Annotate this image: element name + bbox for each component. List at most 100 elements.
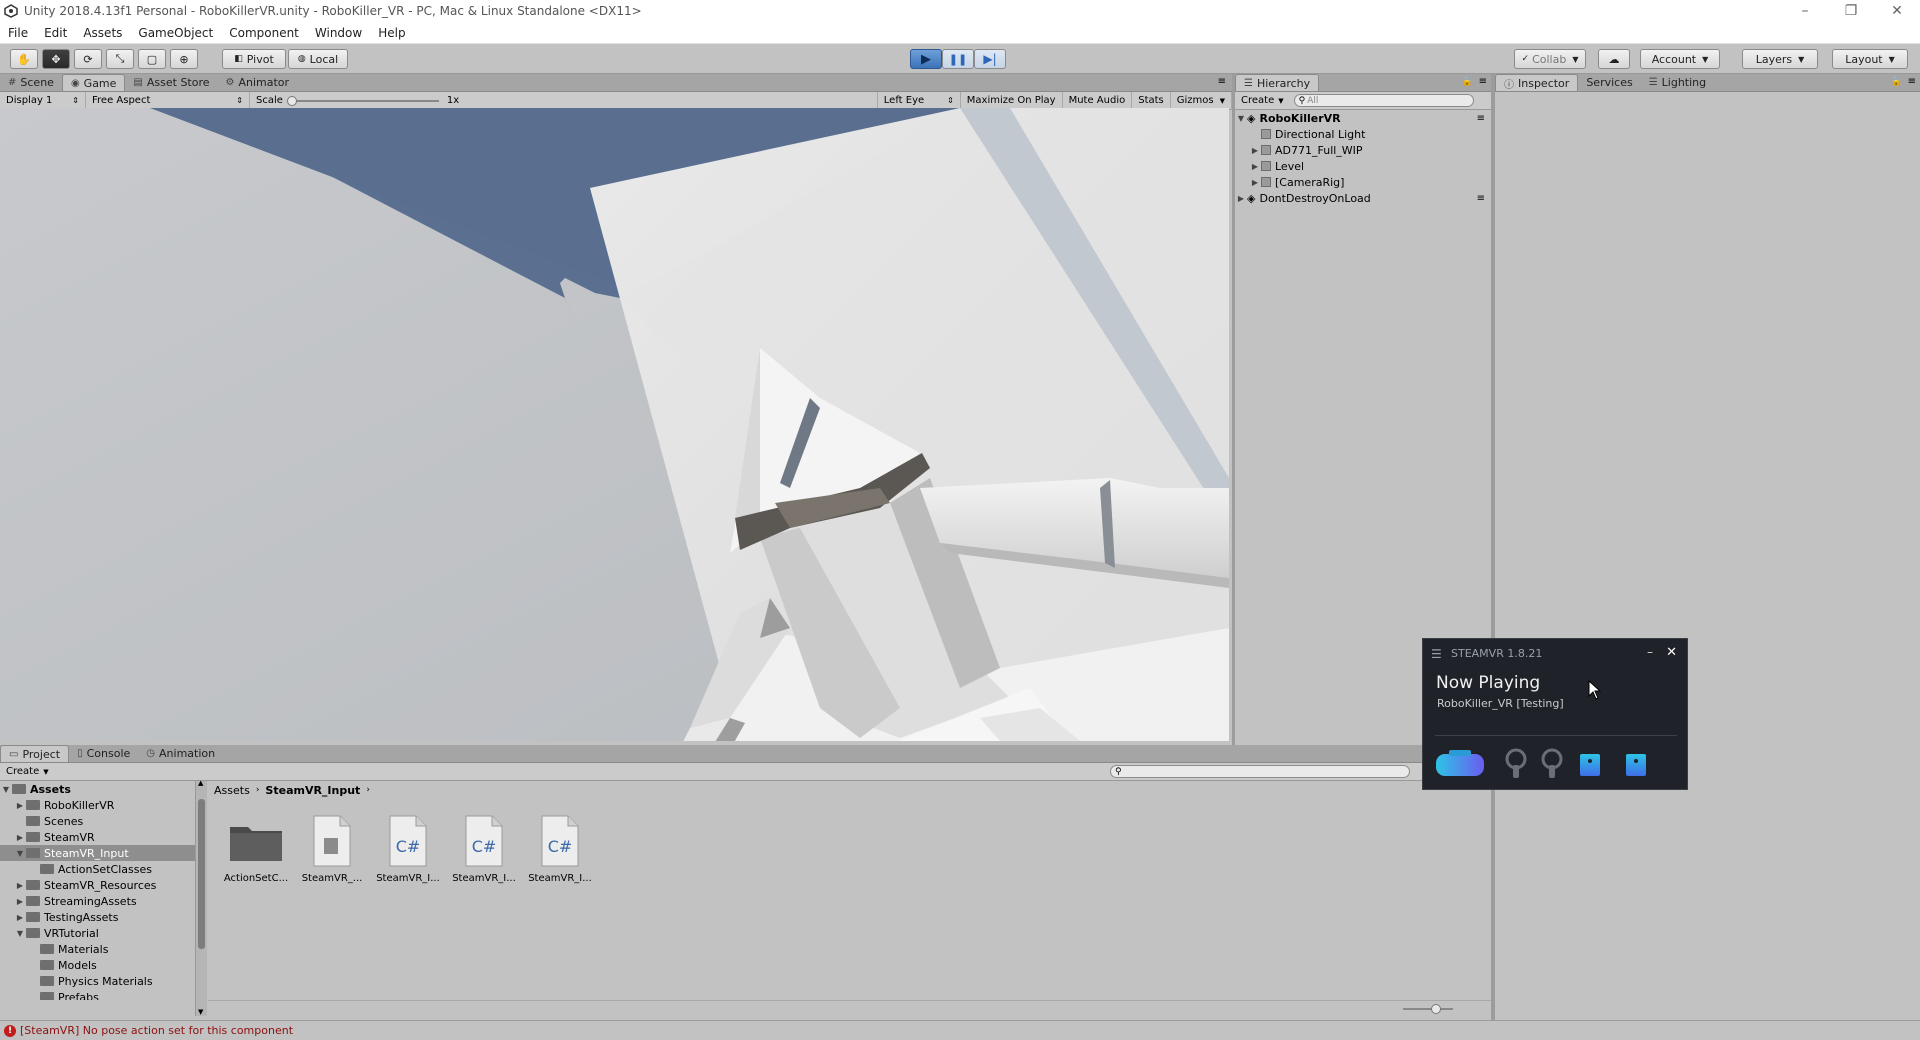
asset-script[interactable]: C# SteamVR_I... bbox=[522, 813, 598, 884]
tree-scrollbar-thumb[interactable] bbox=[198, 799, 205, 949]
collapse-arrow-icon[interactable]: ▼ bbox=[0, 785, 12, 794]
controller-right-icon[interactable] bbox=[1537, 747, 1567, 782]
tree-folder-item[interactable]: ▶ SteamVR bbox=[0, 829, 195, 845]
panel-menu-icon[interactable]: ≡ bbox=[1908, 76, 1916, 87]
panel-menu-icon[interactable]: ≡ bbox=[1477, 113, 1485, 124]
tree-folder-item[interactable]: ▶ RoboKillerVR bbox=[0, 797, 195, 813]
hierarchy-item[interactable]: ▶ AD771_Full_WIP bbox=[1235, 142, 1491, 158]
tab-inspector[interactable]: ⓘ Inspector bbox=[1495, 74, 1579, 91]
scroll-up-arrow-icon[interactable]: ▲ bbox=[198, 779, 203, 787]
panel-menu-icon[interactable]: ≡ bbox=[1477, 193, 1485, 204]
tree-folder-item[interactable]: Prefabs bbox=[0, 989, 195, 1000]
expand-arrow-icon[interactable]: ▶ bbox=[14, 801, 26, 810]
panel-menu-icon[interactable]: ≡ bbox=[1218, 76, 1226, 87]
tab-hierarchy[interactable]: ☰ Hierarchy bbox=[1235, 74, 1320, 91]
tab-console[interactable]: ▯ Console bbox=[69, 745, 138, 762]
layers-dropdown[interactable]: Layers ▼ bbox=[1742, 49, 1818, 69]
mute-audio-toggle[interactable]: Mute Audio bbox=[1063, 91, 1133, 110]
scroll-down-arrow-icon[interactable]: ▼ bbox=[198, 1008, 203, 1016]
tab-animation[interactable]: ◷ Animation bbox=[138, 745, 223, 762]
breadcrumb-current[interactable]: SteamVR_Input bbox=[265, 784, 360, 797]
layout-dropdown[interactable]: Layout ▼ bbox=[1832, 49, 1908, 69]
collab-dropdown[interactable]: ✓ Collab ▼ bbox=[1514, 49, 1586, 69]
hierarchy-item[interactable]: ▶ Level bbox=[1235, 158, 1491, 174]
tree-folder-item[interactable]: Materials bbox=[0, 941, 195, 957]
tab-scene[interactable]: # Scene bbox=[0, 74, 62, 91]
asset-file[interactable]: SteamVR_... bbox=[294, 813, 370, 884]
icon-size-slider[interactable] bbox=[1403, 1004, 1453, 1014]
rotate-tool-button[interactable]: ⟳ bbox=[74, 49, 102, 69]
pause-button[interactable]: ❚❚ bbox=[942, 49, 974, 69]
tree-folder-item[interactable]: ▼ VRTutorial bbox=[0, 925, 195, 941]
tree-folder-item[interactable]: ActionSetClasses bbox=[0, 861, 195, 877]
dontdestroy-scene-row[interactable]: ▶ ◈ DontDestroyOnLoad ≡ bbox=[1235, 190, 1491, 206]
game-view[interactable] bbox=[0, 108, 1229, 741]
project-search-input[interactable]: ⚲ bbox=[1110, 765, 1410, 778]
cloud-button[interactable]: ☁ bbox=[1598, 49, 1630, 69]
menu-gameobject[interactable]: GameObject bbox=[130, 26, 221, 40]
hierarchy-create-dropdown[interactable]: Create ▼ bbox=[1235, 92, 1290, 110]
breadcrumb-assets[interactable]: Assets bbox=[214, 784, 250, 797]
menu-window[interactable]: Window bbox=[307, 26, 370, 40]
play-button[interactable]: ▶ bbox=[910, 49, 942, 69]
tree-scrollbar[interactable]: ▲ ▼ bbox=[195, 779, 207, 1016]
expand-arrow-icon[interactable]: ▶ bbox=[14, 913, 26, 922]
collapse-arrow-icon[interactable]: ▼ bbox=[14, 929, 26, 938]
expand-arrow-icon[interactable]: ▶ bbox=[14, 881, 26, 890]
close-window-button[interactable]: ✕ bbox=[1874, 0, 1920, 22]
expand-arrow-icon[interactable]: ▶ bbox=[14, 833, 26, 842]
asset-script[interactable]: C# SteamVR_I... bbox=[446, 813, 522, 884]
gizmos-dropdown[interactable]: Gizmos ▼ bbox=[1171, 91, 1232, 110]
eye-dropdown[interactable]: Left Eye ⇕ bbox=[876, 91, 961, 110]
tree-folder-item[interactable]: Models bbox=[0, 957, 195, 973]
hamburger-menu-icon[interactable]: ☰ bbox=[1431, 647, 1442, 661]
hand-tool-button[interactable]: ✋ bbox=[10, 49, 38, 69]
tree-folder-item[interactable]: ▶ StreamingAssets bbox=[0, 893, 195, 909]
tree-folder-item[interactable]: Physics Materials bbox=[0, 973, 195, 989]
expand-arrow-icon[interactable]: ▶ bbox=[1249, 178, 1261, 187]
asset-folder[interactable]: ActionSetC... bbox=[218, 813, 294, 884]
expand-arrow-icon[interactable]: ▶ bbox=[1235, 194, 1247, 203]
expand-arrow-icon[interactable]: ▶ bbox=[1249, 162, 1261, 171]
tab-project[interactable]: ▭ Project bbox=[0, 745, 70, 762]
tree-folder-item[interactable]: ▼ Assets bbox=[0, 781, 195, 797]
tree-folder-item[interactable]: ▶ TestingAssets bbox=[0, 909, 195, 925]
icon-size-slider-thumb[interactable] bbox=[1431, 1004, 1441, 1014]
collapse-arrow-icon[interactable]: ▼ bbox=[14, 849, 26, 858]
tree-folder-item[interactable]: ▼ SteamVR_Input bbox=[0, 845, 195, 861]
expand-arrow-icon[interactable]: ▼ bbox=[1235, 114, 1247, 123]
tree-folder-item[interactable]: Scenes bbox=[0, 813, 195, 829]
steamvr-minimize-button[interactable]: – bbox=[1647, 645, 1653, 659]
project-create-dropdown[interactable]: Create ▼ bbox=[0, 763, 55, 781]
tab-asset-store[interactable]: ▤ Asset Store bbox=[125, 74, 217, 91]
tab-game[interactable]: ◉ Game bbox=[61, 74, 126, 91]
panel-menu-icon[interactable]: ≡ bbox=[1479, 76, 1487, 87]
menu-file[interactable]: File bbox=[0, 26, 36, 40]
menu-component[interactable]: Component bbox=[221, 26, 307, 40]
pivot-toggle[interactable]: ◧ Pivot bbox=[222, 49, 286, 69]
maximize-on-play-toggle[interactable]: Maximize On Play bbox=[961, 91, 1063, 110]
display-dropdown[interactable]: Display 1 ⇕ bbox=[0, 91, 86, 110]
tree-folder-item[interactable]: ▶ SteamVR_Resources bbox=[0, 877, 195, 893]
lock-icon[interactable]: 🔒 bbox=[1462, 77, 1473, 87]
steamvr-close-button[interactable]: ✕ bbox=[1666, 645, 1677, 660]
asset-script[interactable]: C# SteamVR_I... bbox=[370, 813, 446, 884]
minimize-button[interactable]: – bbox=[1782, 0, 1828, 22]
menu-help[interactable]: Help bbox=[370, 26, 413, 40]
hierarchy-item[interactable]: Directional Light bbox=[1235, 126, 1491, 142]
expand-arrow-icon[interactable]: ▶ bbox=[1249, 146, 1261, 155]
step-button[interactable]: ▶| bbox=[974, 49, 1006, 69]
move-tool-button[interactable]: ✥ bbox=[42, 49, 70, 69]
controller-left-icon[interactable] bbox=[1501, 747, 1531, 782]
menu-edit[interactable]: Edit bbox=[36, 26, 75, 40]
base-station-1-icon[interactable] bbox=[1579, 753, 1601, 780]
hierarchy-item[interactable]: ▶ [CameraRig] bbox=[1235, 174, 1491, 190]
scale-tool-button[interactable]: ⤡ bbox=[106, 49, 134, 69]
rect-tool-button[interactable]: ▢ bbox=[138, 49, 166, 69]
restore-button[interactable]: ❐ bbox=[1828, 0, 1874, 22]
base-station-2-icon[interactable] bbox=[1625, 753, 1647, 780]
hierarchy-search-input[interactable]: ⚲ All bbox=[1293, 94, 1474, 107]
tab-animator[interactable]: ⚙ Animator bbox=[218, 74, 298, 91]
tab-lighting[interactable]: ☰ Lighting bbox=[1641, 74, 1714, 91]
status-bar[interactable]: ! [SteamVR] No pose action set for this … bbox=[0, 1020, 1920, 1040]
